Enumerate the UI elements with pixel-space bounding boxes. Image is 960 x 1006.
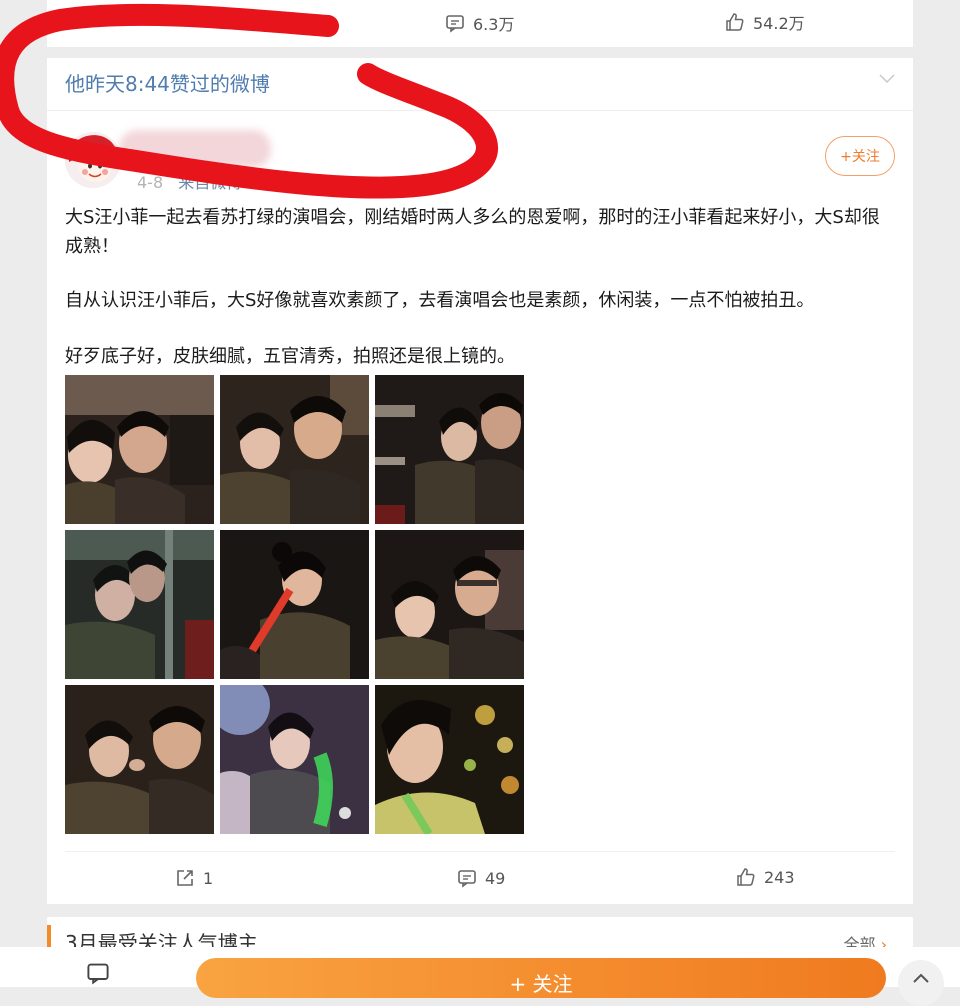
photo-grid — [65, 375, 525, 835]
post-paragraph-3: 好歹底子好，皮肤细腻，五官清秀，拍照还是很上镜的。 — [65, 346, 515, 367]
photo-4[interactable] — [65, 530, 214, 679]
repost-button[interactable]: 1 — [175, 868, 213, 888]
comment-count: 6.3万 — [473, 15, 515, 34]
photo-8[interactable] — [220, 685, 369, 834]
liked-post-card: 他昨天8:44赞过的微博 4-8 来自微博 weibo.com +关注 大S汪小… — [47, 58, 913, 904]
thumbs-up-icon — [726, 13, 744, 31]
liked-header: 他昨天8:44赞过的微博 — [47, 58, 913, 111]
comment-button[interactable]: 6.3万 — [445, 11, 514, 35]
bottom-follow-button[interactable]: + 关注 — [196, 958, 886, 998]
photo-2[interactable] — [220, 375, 369, 524]
repost-count: 1 — [203, 868, 214, 888]
actions-divider — [65, 851, 895, 852]
photo-9[interactable] — [375, 685, 524, 834]
like-count: 54.2万 — [753, 14, 805, 33]
thumbs-up-icon — [737, 868, 755, 886]
like-count: 243 — [764, 867, 795, 887]
photo-7[interactable] — [65, 685, 214, 834]
photo-1[interactable] — [65, 375, 214, 524]
photo-6[interactable] — [375, 530, 524, 679]
liked-header-text: 他昨天8:44赞过的微博 — [65, 72, 270, 96]
scroll-top-button[interactable] — [898, 960, 944, 1006]
comment-button[interactable]: 49 — [457, 868, 505, 888]
comment-icon[interactable] — [86, 961, 110, 985]
follow-button[interactable]: +关注 — [825, 136, 895, 176]
share-icon — [177, 870, 193, 886]
like-button[interactable]: 243 — [736, 867, 795, 887]
like-button[interactable]: 54.2万 — [725, 10, 805, 34]
avatar[interactable] — [65, 132, 121, 188]
chevron-up-icon — [913, 973, 929, 983]
comment-icon — [458, 870, 476, 888]
post-date: 4-8 — [137, 173, 164, 192]
photo-5[interactable] — [220, 530, 369, 679]
blurred-username[interactable] — [119, 130, 271, 168]
cartoon-avatar-image — [65, 132, 121, 188]
chevron-down-icon[interactable] — [879, 74, 895, 84]
photo-3[interactable] — [375, 375, 524, 524]
comment-count: 49 — [485, 868, 506, 888]
section-accent-bar — [47, 925, 51, 949]
post-paragraph-2: 自从认识汪小菲后，大S好像就喜欢素颜了，去看演唱会也是素颜，休闲装，一点不怕被拍… — [65, 290, 815, 311]
post-paragraph-1: 大S汪小菲一起去看苏打绿的演唱会，刚结婚时两人多么的恩爱啊，那时的汪小菲看起来好… — [65, 207, 880, 257]
previous-post-card: 6.3万 54.2万 — [47, 0, 913, 47]
post-meta: 4-8 来自微博 weibo.com — [137, 169, 334, 193]
comment-icon — [446, 15, 464, 33]
post-source[interactable]: 来自微博 weibo.com — [178, 173, 333, 192]
